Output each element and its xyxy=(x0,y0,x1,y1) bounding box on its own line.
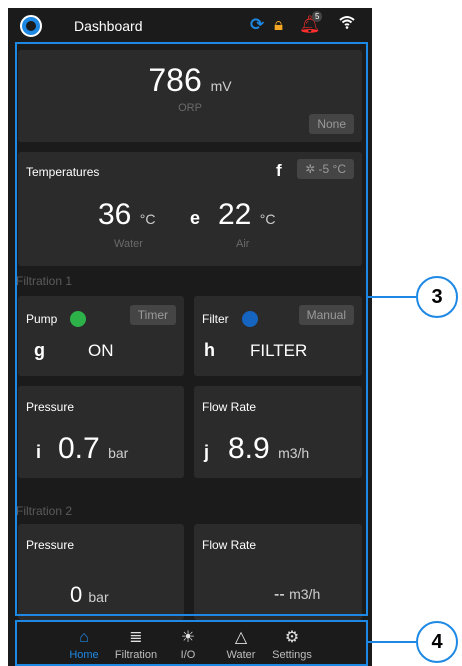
status-bar: Dashboard ⟳ 🔒︎ 🔔︎ 5 xyxy=(8,8,372,44)
content-highlight-box xyxy=(15,42,368,616)
nav-highlight-box xyxy=(15,620,368,666)
nav-callout-line xyxy=(368,641,416,643)
content-callout-number: 3 xyxy=(416,276,458,318)
lock-icon[interactable]: 🔒︎ xyxy=(274,15,283,35)
sync-icon[interactable]: ⟳ xyxy=(250,15,264,35)
page-title: Dashboard xyxy=(74,18,143,34)
app-logo-icon[interactable] xyxy=(20,15,42,37)
notification-count-badge: 5 xyxy=(312,11,323,22)
nav-callout-number: 4 xyxy=(416,621,458,663)
wifi-icon[interactable] xyxy=(339,15,355,35)
content-callout-line xyxy=(368,296,416,298)
